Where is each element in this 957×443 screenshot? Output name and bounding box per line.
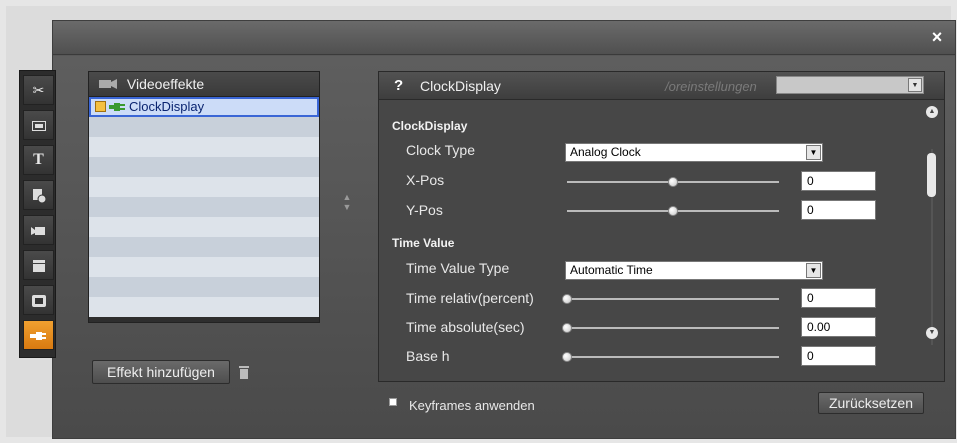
help-icon[interactable]: ? <box>394 77 403 94</box>
settings-body: ClockDisplay Clock Type Analog Clock ▼ X… <box>379 101 944 381</box>
settings-header: ? ClockDisplay /oreinstellungen ▼ <box>379 72 944 100</box>
dialog-titlebar: × <box>53 21 955 55</box>
video-effects-title: Videoeffekte <box>126 76 205 92</box>
plugin-icon <box>109 103 125 111</box>
effect-settings-panel: ? ClockDisplay /oreinstellungen ▼ ClockD… <box>378 71 945 382</box>
scrollbar-thumb[interactable] <box>927 153 936 197</box>
scissors-glyph: ✂ <box>32 82 45 98</box>
reorder-arrows-icon[interactable]: ▲ ▼ <box>342 192 352 218</box>
slider-knob[interactable] <box>668 206 678 216</box>
keyframes-label: Keyframes anwenden <box>409 398 535 413</box>
add-effect-button[interactable]: Effekt hinzufügen <box>92 360 230 384</box>
base-h-slider[interactable] <box>562 352 779 362</box>
video-effects-header: Videoeffekte <box>89 72 319 97</box>
group-title-time-value: Time Value <box>392 236 455 250</box>
chevron-down-icon: ▼ <box>908 78 922 92</box>
camera-shape <box>30 227 45 236</box>
presets-dropdown[interactable]: ▼ <box>776 76 924 94</box>
clock-type-dropdown[interactable]: Analog Clock ▼ <box>565 143 823 162</box>
time-absolute-field[interactable]: 0.00 <box>801 317 876 337</box>
list-item <box>89 237 319 257</box>
clock-type-value: Analog Clock <box>570 145 641 159</box>
text-icon[interactable]: T <box>23 145 54 175</box>
group-title-clockdisplay: ClockDisplay <box>392 119 468 133</box>
x-pos-label: X-Pos <box>406 172 445 188</box>
base-h-label: Base h <box>406 348 450 364</box>
document-plus-shape <box>32 189 46 204</box>
picture-icon[interactable] <box>23 110 54 140</box>
chevron-down-icon: ▼ <box>806 145 821 160</box>
time-absolute-label: Time absolute(sec) <box>406 319 525 335</box>
presets-label: /oreinstellungen <box>665 79 757 94</box>
checkbox-icon[interactable] <box>95 101 106 112</box>
plugin-shape <box>29 332 46 341</box>
time-value-type-dropdown[interactable]: Automatic Time ▼ <box>565 261 823 280</box>
effects-rows: ClockDisplay <box>89 97 319 317</box>
frame-shape <box>31 295 46 308</box>
clapperboard-shape <box>32 259 45 272</box>
category-toolbar: ✂ T <box>19 70 56 358</box>
base-h-field[interactable]: 0 <box>801 346 876 366</box>
time-relativ-label: Time relativ(percent) <box>406 290 534 306</box>
text-glyph: T <box>33 151 44 168</box>
list-item <box>89 297 319 317</box>
x-pos-field[interactable]: 0 <box>801 171 876 191</box>
trash-icon[interactable] <box>238 364 250 380</box>
time-value-type-label: Time Value Type <box>406 260 510 276</box>
time-value-type-value: Automatic Time <box>570 263 653 277</box>
list-item <box>89 277 319 297</box>
list-item <box>89 197 319 217</box>
y-pos-label: Y-Pos <box>406 202 443 218</box>
close-button[interactable]: × <box>927 27 947 47</box>
time-absolute-slider[interactable] <box>562 323 779 333</box>
video-effects-list: Videoeffekte ClockDisplay <box>88 71 320 323</box>
video-camera-icon <box>99 79 117 89</box>
keyframes-checkbox[interactable] <box>389 398 397 406</box>
chevron-down-icon: ▼ <box>806 263 821 278</box>
y-pos-slider[interactable] <box>567 206 779 216</box>
list-item <box>89 217 319 237</box>
reset-button[interactable]: Zurücksetzen <box>818 392 924 414</box>
list-item <box>89 157 319 177</box>
picture-shape <box>31 121 46 132</box>
settings-title: ClockDisplay <box>420 78 501 94</box>
scissors-icon[interactable]: ✂ <box>23 75 54 105</box>
time-relativ-field[interactable]: 0 <box>801 288 876 308</box>
effect-item-clockdisplay[interactable]: ClockDisplay <box>89 97 319 117</box>
camera-icon[interactable] <box>23 215 54 245</box>
document-plus-icon[interactable] <box>23 180 54 210</box>
list-item <box>89 137 319 157</box>
scroll-up-icon[interactable]: ▲ <box>926 106 938 118</box>
clapperboard-icon[interactable] <box>23 250 54 280</box>
slider-knob[interactable] <box>562 323 572 333</box>
slider-knob[interactable] <box>562 352 572 362</box>
plugin-icon[interactable] <box>23 320 54 350</box>
list-item <box>89 177 319 197</box>
x-pos-slider[interactable] <box>567 177 779 187</box>
slider-knob[interactable] <box>668 177 678 187</box>
list-item <box>89 117 319 137</box>
time-relativ-slider[interactable] <box>562 294 779 304</box>
frame-icon[interactable] <box>23 285 54 315</box>
scroll-down-icon[interactable]: ▼ <box>926 327 938 339</box>
list-item <box>89 257 319 277</box>
effect-item-label: ClockDisplay <box>129 99 205 114</box>
clock-type-label: Clock Type <box>406 142 475 158</box>
slider-knob[interactable] <box>562 294 572 304</box>
y-pos-field[interactable]: 0 <box>801 200 876 220</box>
